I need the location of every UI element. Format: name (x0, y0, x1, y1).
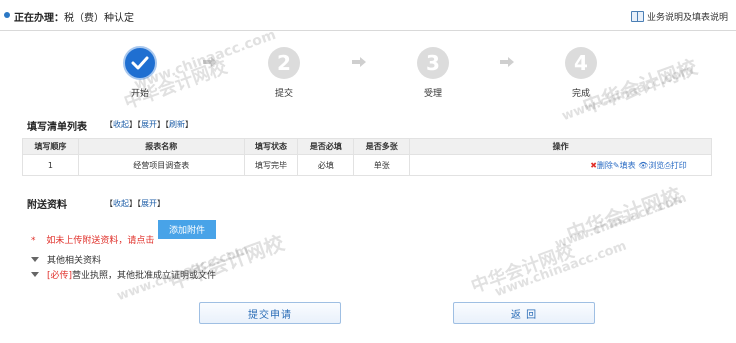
step-4-circle: 4 (565, 47, 597, 79)
eye-icon: 👁 (638, 160, 649, 170)
submit-button[interactable]: 提交申请 (199, 302, 341, 324)
step-2-number: 2 (277, 51, 291, 75)
attach-expand-link[interactable]: 展开 (141, 199, 157, 208)
expand-link[interactable]: 展开 (141, 120, 157, 129)
list-section-title: 填写清单列表 (27, 122, 87, 133)
print-label: 打印 (670, 160, 687, 170)
column-header: 报表名称 (77, 138, 245, 155)
step-arrow-icon (500, 57, 514, 67)
status-cell: 填写完毕 (243, 154, 299, 176)
report-name-cell: 经营项目调查表 (77, 154, 245, 176)
step-arrow-icon (352, 57, 366, 67)
report-list-table: 填写顺序 报表名称 填写状态 是否必填 是否多张 操作 1 经营项目调查表 填写… (22, 138, 712, 176)
watermark-cn: 中华会计网校 (563, 182, 685, 247)
table-row: 1 经营项目调查表 填写完毕 必填 单张 ✖删除✎填表 👁浏览⎙打印 (22, 154, 712, 176)
step-2-label: 提交 (274, 89, 293, 99)
table-header-row: 填写顺序 报表名称 填写状态 是否必填 是否多张 操作 (22, 138, 712, 155)
expand-triangle-icon (31, 257, 39, 262)
column-header: 是否多张 (353, 138, 411, 155)
step-1-circle (123, 46, 157, 80)
view-action[interactable]: 👁浏览 (638, 161, 664, 170)
checkmark-icon (131, 56, 149, 70)
expand-triangle-icon (31, 272, 39, 277)
bullet-icon (4, 12, 10, 18)
fill-label: 填表 (619, 160, 636, 170)
column-header: 是否必填 (297, 138, 355, 155)
required-star-icon: * (31, 236, 36, 246)
step-3-label: 受理 (423, 89, 442, 99)
step-4-label: 完成 (571, 89, 590, 99)
help-link-label: 业务说明及填表说明 (646, 13, 728, 23)
collapse-link[interactable]: 收起 (113, 120, 129, 129)
delete-label: 删除 (596, 160, 613, 170)
step-2-circle: 2 (268, 47, 300, 79)
refresh-link[interactable]: 刷新 (169, 120, 185, 129)
watermark-cn: 中华会计网校 (468, 240, 578, 298)
attach-item-label: 营业执照，其他批准成立证明或文件 (72, 271, 217, 281)
pencil-icon: ✎ (612, 160, 620, 170)
attach-item[interactable]: 其他相关资料 (31, 253, 101, 266)
attach-section-title: 附送资料 (27, 200, 67, 211)
column-header: 填写顺序 (22, 138, 79, 155)
step-1-label: 开始 (130, 89, 149, 99)
column-header: 填写状态 (243, 138, 299, 155)
order-cell: 1 (22, 154, 79, 176)
required-tag: [必传] (47, 271, 73, 281)
watermark-en: www.chinaacc.com (553, 190, 689, 253)
attach-item[interactable]: [必传]营业执照，其他批准成立证明或文件 (31, 268, 216, 281)
processing-label: 正在办理： (14, 13, 64, 24)
attach-collapse-link[interactable]: 收起 (113, 199, 129, 208)
upload-notice-text: 如未上传附送资料，请点击 (46, 236, 155, 246)
column-header: 操作 (409, 138, 712, 155)
book-icon (630, 11, 644, 22)
attach-item-label: 其他相关资料 (47, 256, 102, 266)
add-attachment-button[interactable]: 添加附件 (158, 220, 216, 239)
back-button[interactable]: 返 回 (453, 302, 595, 324)
list-section-links: 【收起】【展开】【刷新】 (105, 120, 193, 129)
delete-icon: ✖ (590, 160, 597, 170)
multiple-cell: 单张 (353, 154, 411, 176)
print-action[interactable]: ⎙打印 (664, 161, 686, 170)
help-link[interactable]: 业务说明及填表说明 (630, 10, 728, 23)
view-label: 浏览 (648, 160, 665, 170)
required-cell: 必填 (297, 154, 355, 176)
step-3-number: 3 (426, 51, 440, 75)
step-arrow-icon (203, 57, 217, 67)
delete-action[interactable]: ✖删除 (590, 161, 613, 170)
step-3-circle: 3 (417, 47, 449, 79)
current-task-title: 税（费）种认定 (64, 13, 134, 24)
fill-action[interactable]: ✎填表 (613, 161, 636, 170)
attach-section-links: 【收起】【展开】 (105, 199, 165, 208)
watermark-en: www.chinaacc.com (493, 238, 629, 301)
step-4-number: 4 (574, 51, 588, 75)
upload-notice: * 如未上传附送资料，请点击 (31, 233, 154, 246)
actions-cell: ✖删除✎填表 👁浏览⎙打印 (409, 154, 712, 176)
